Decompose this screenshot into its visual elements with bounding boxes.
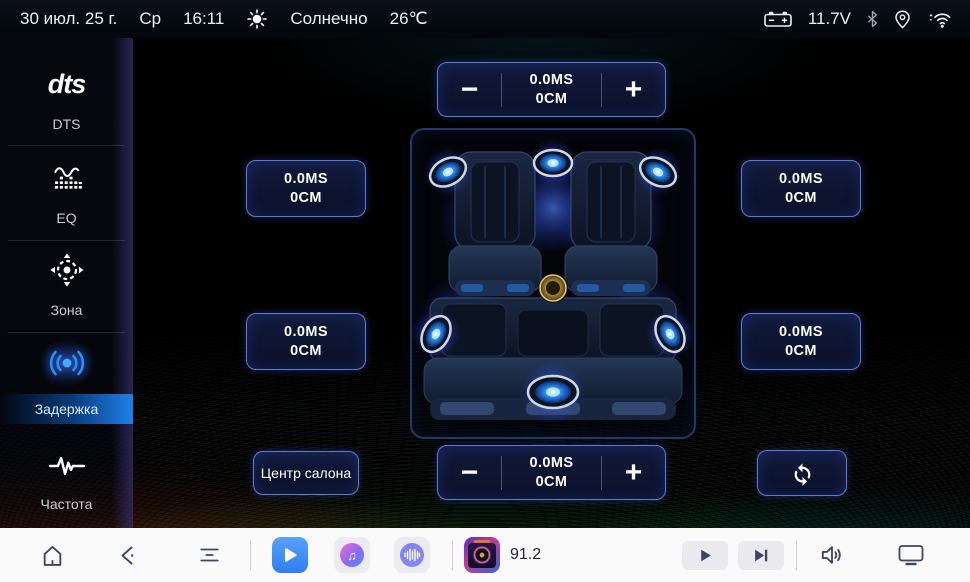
equalizer-icon	[50, 156, 84, 200]
dts-logo-icon: dts	[48, 58, 86, 110]
delay-box-front-right[interactable]: 0.0MS 0CM	[741, 160, 861, 217]
sidebar-item-label: Зона	[0, 302, 133, 318]
voice-app-button[interactable]	[394, 537, 430, 573]
volume-button[interactable]	[818, 542, 846, 568]
status-temperature: 26℃	[390, 9, 428, 29]
wifi-icon	[926, 10, 952, 29]
delay-control-top-center: − 0.0MS 0CM +	[437, 62, 666, 117]
sidebar-item-eq[interactable]: EQ	[0, 156, 133, 242]
sidebar-divider	[8, 240, 125, 241]
speaker-volume-icon	[819, 542, 845, 568]
play-triangle-icon	[281, 546, 299, 564]
sidebar: dts DTS EQ	[0, 38, 133, 528]
bottombar-divider	[796, 540, 797, 570]
sidebar-divider	[8, 145, 125, 146]
voice-waveform-icon	[400, 543, 424, 567]
home-icon	[40, 543, 65, 568]
zone-target-icon	[49, 248, 85, 292]
head-unit-screen: 30 июл. 25 г. Ср 16:11 Солнечно 26℃	[0, 0, 970, 582]
back-button[interactable]	[116, 542, 142, 568]
display-icon	[897, 543, 925, 567]
sidebar-item-delay[interactable]: Задержка	[0, 340, 133, 432]
sidebar-item-label: DTS	[0, 116, 133, 132]
delay-top-center-plus-button[interactable]: +	[602, 75, 665, 105]
delay-control-bottom-center: − 0.0MS 0CM +	[437, 445, 666, 500]
car-seats-speakers-image	[412, 130, 694, 437]
play-icon	[698, 548, 713, 563]
delay-broadcast-icon	[44, 340, 90, 386]
status-weather: Солнечно	[290, 9, 367, 29]
sidebar-item-label: Частота	[0, 496, 133, 512]
battery-voltage: 11.7V	[808, 9, 851, 29]
delay-bottom-center-minus-button[interactable]: −	[438, 458, 501, 488]
sidebar-item-label: EQ	[0, 210, 133, 226]
car-battery-icon	[763, 10, 793, 28]
delay-top-center-minus-button[interactable]: −	[438, 75, 501, 105]
video-player-app-button[interactable]	[272, 537, 308, 573]
delay-bottom-center-plus-button[interactable]: +	[602, 458, 665, 488]
bottombar-divider	[250, 540, 251, 570]
car-cabin-panel	[410, 128, 696, 439]
recents-button[interactable]	[196, 544, 222, 566]
radio-app-button[interactable]	[464, 537, 500, 573]
sidebar-divider	[8, 332, 125, 333]
bottombar-divider	[452, 540, 453, 570]
back-icon	[117, 543, 141, 568]
sidebar-item-dts[interactable]: dts DTS	[0, 58, 133, 146]
status-weekday: Ср	[139, 9, 161, 29]
next-track-icon	[753, 548, 770, 563]
reset-delays-button[interactable]	[757, 450, 847, 496]
music-app-button[interactable]: ♫	[334, 537, 370, 573]
bluetooth-icon	[866, 10, 879, 28]
recents-icon	[197, 544, 222, 566]
next-track-button[interactable]	[738, 541, 784, 570]
radio-frequency: 91.2	[510, 528, 541, 582]
display-off-button[interactable]	[896, 543, 926, 567]
play-button[interactable]	[682, 541, 728, 570]
sidebar-item-frequency[interactable]: Частота	[0, 446, 133, 528]
sidebar-item-label: Задержка	[35, 401, 99, 417]
delay-box-front-left[interactable]: 0.0MS 0CM	[246, 160, 366, 217]
delay-box-rear-left[interactable]: 0.0MS 0CM	[246, 313, 366, 370]
location-icon	[894, 10, 911, 29]
delay-box-rear-right[interactable]: 0.0MS 0CM	[741, 313, 861, 370]
delay-top-center-value: 0.0MS 0CM	[502, 73, 601, 107]
navigation-bar: ♫ 91.2	[0, 528, 970, 582]
listen-position-button[interactable]: Центр салона	[253, 451, 359, 495]
frequency-wave-icon	[47, 446, 87, 486]
status-bar: 30 июл. 25 г. Ср 16:11 Солнечно 26℃	[0, 0, 970, 38]
reset-sync-icon	[789, 460, 816, 487]
sidebar-item-zone[interactable]: Зона	[0, 248, 133, 334]
sidebar-selected-highlight: Задержка	[0, 394, 133, 424]
status-time: 16:11	[183, 9, 224, 29]
delay-bottom-center-value: 0.0MS 0CM	[502, 456, 601, 490]
home-button[interactable]	[38, 542, 66, 568]
status-date: 30 июл. 25 г.	[20, 9, 117, 29]
music-note-icon: ♫	[340, 543, 364, 567]
sun-icon	[246, 8, 268, 30]
